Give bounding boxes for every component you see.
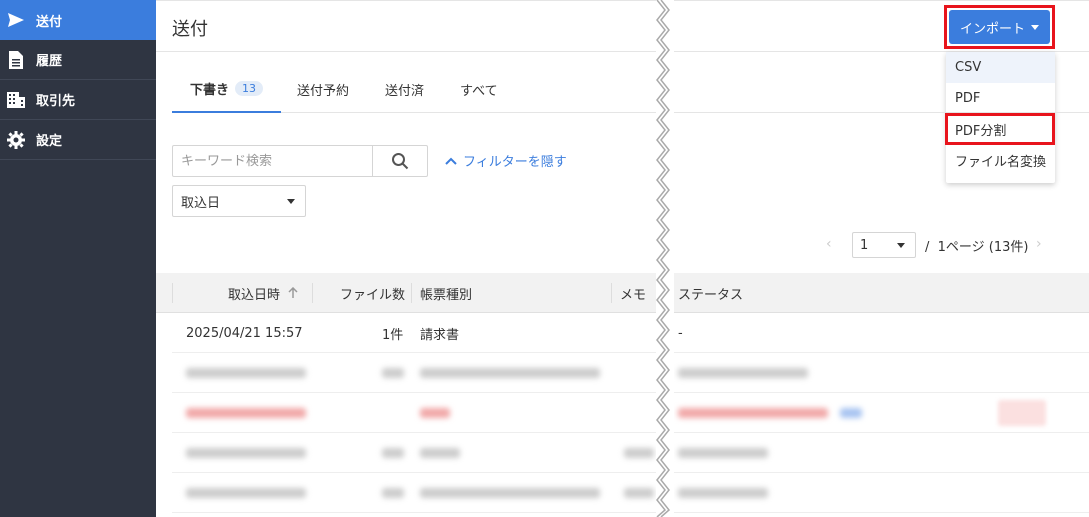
column-header-label: 取込日時 xyxy=(228,287,281,303)
cell-imported-at: 2025/04/21 15:57 xyxy=(186,325,303,341)
sidebar-item-label: 送付 xyxy=(36,14,63,30)
blurred-cell xyxy=(420,473,600,513)
tab-sent[interactable]: 送付済 xyxy=(385,66,424,113)
blurred-cell xyxy=(678,393,862,433)
blurred-button[interactable] xyxy=(998,393,1046,433)
table-row-blurred[interactable] xyxy=(172,353,1089,393)
column-header-doc-type[interactable]: 帳票種別 xyxy=(420,273,472,313)
page-summary-text: 1ページ (13件) xyxy=(937,240,1029,255)
page-select-value: 1 xyxy=(860,237,869,253)
table-row-blurred[interactable] xyxy=(172,473,1089,513)
page-separator: / xyxy=(925,240,930,255)
table-row-blurred[interactable] xyxy=(172,393,1089,433)
next-page-icon[interactable]: › xyxy=(1036,236,1042,252)
screenshot-break-line xyxy=(656,0,674,517)
column-header-imported-at[interactable]: 取込日時 xyxy=(228,273,298,313)
search-input[interactable] xyxy=(173,146,373,176)
blurred-cell xyxy=(678,353,808,393)
blurred-cell xyxy=(420,353,600,393)
tab-label: 下書き xyxy=(189,83,229,98)
search-box xyxy=(172,145,428,177)
prev-page-icon[interactable]: ‹ xyxy=(826,236,832,252)
gear-icon xyxy=(6,130,26,150)
blurred-cell xyxy=(420,393,450,433)
cell-file-count: 1件 xyxy=(382,327,404,343)
sidebar-item-settings[interactable]: 設定 xyxy=(0,120,156,160)
sidebar-item-partners[interactable]: 取引先 xyxy=(0,80,156,120)
sidebar-item-history[interactable]: 履歴 xyxy=(0,40,156,80)
main-content: 送付 インポート CSV PDF PDF分割 ファイル名変換 下書き 13 送付… xyxy=(156,0,1089,517)
blurred-cell xyxy=(186,393,306,433)
caret-down-icon xyxy=(1031,24,1039,30)
tab-all[interactable]: すべて xyxy=(460,66,498,113)
import-button-label: インポート xyxy=(959,20,1025,36)
building-icon xyxy=(6,90,26,110)
column-divider xyxy=(172,283,173,303)
column-header-memo[interactable]: メモ xyxy=(620,273,646,313)
blurred-cell xyxy=(624,433,654,473)
tab-bar: 下書き 13 送付予約 送付済 すべて xyxy=(172,66,1089,113)
date-filter-value: 取込日 xyxy=(181,195,221,211)
blurred-cell xyxy=(382,353,404,393)
import-button[interactable]: インポート xyxy=(949,10,1050,44)
blurred-cell xyxy=(382,473,404,513)
column-header-status[interactable]: ステータス xyxy=(678,273,743,313)
filter-toggle-link[interactable]: フィルターを隠す xyxy=(445,151,567,170)
blurred-cell xyxy=(186,433,306,473)
blurred-cell xyxy=(420,433,460,473)
sort-arrow-up-icon[interactable] xyxy=(288,287,298,299)
cell-status: - xyxy=(678,325,683,341)
page-summary: / 1ページ (13件) xyxy=(925,236,1029,255)
table-row-blurred[interactable] xyxy=(172,433,1089,473)
import-button-highlight: インポート xyxy=(944,5,1055,49)
search-icon xyxy=(392,153,409,170)
caret-down-icon xyxy=(897,243,905,248)
count-badge: 13 xyxy=(235,81,263,96)
blurred-cell xyxy=(186,473,306,513)
blurred-cell xyxy=(382,433,404,473)
table-header: 取込日時 ファイル数 帳票種別 メモ ステータス xyxy=(156,273,1089,313)
blurred-cell xyxy=(678,473,768,513)
table-row[interactable]: 2025/04/21 15:57 1件 請求書 - xyxy=(172,313,1089,353)
tab-scheduled[interactable]: 送付予約 xyxy=(297,66,349,113)
filter-toggle-label: フィルターを隠す xyxy=(463,155,567,170)
page-title: 送付 xyxy=(172,19,208,40)
blurred-cell xyxy=(678,433,768,473)
column-header-file-count[interactable]: ファイル数 xyxy=(340,273,405,313)
sidebar: 送付 履歴 取引先 設定 xyxy=(0,0,156,517)
column-divider xyxy=(411,283,412,303)
cell-doc-type: 請求書 xyxy=(420,327,460,343)
tab-drafts[interactable]: 下書き 13 xyxy=(172,66,281,113)
blurred-cell xyxy=(186,353,316,393)
sidebar-item-label: 設定 xyxy=(36,134,63,149)
send-icon xyxy=(6,10,26,30)
page-select[interactable]: 1 xyxy=(852,232,916,258)
blurred-cell xyxy=(624,473,654,513)
column-divider xyxy=(611,283,612,303)
sidebar-item-send[interactable]: 送付 xyxy=(0,0,156,40)
menu-item-pdf-split[interactable]: PDF分割 xyxy=(946,114,1055,145)
chevron-up-icon xyxy=(445,157,457,165)
sidebar-item-label: 履歴 xyxy=(36,54,63,69)
menu-item-filename-convert[interactable]: ファイル名変換 xyxy=(946,145,1055,176)
caret-down-icon xyxy=(287,199,295,204)
sidebar-item-label: 取引先 xyxy=(36,94,76,109)
search-button[interactable] xyxy=(372,146,427,176)
column-divider xyxy=(312,283,313,303)
document-icon xyxy=(6,50,26,70)
date-filter-select[interactable]: 取込日 xyxy=(172,185,306,217)
